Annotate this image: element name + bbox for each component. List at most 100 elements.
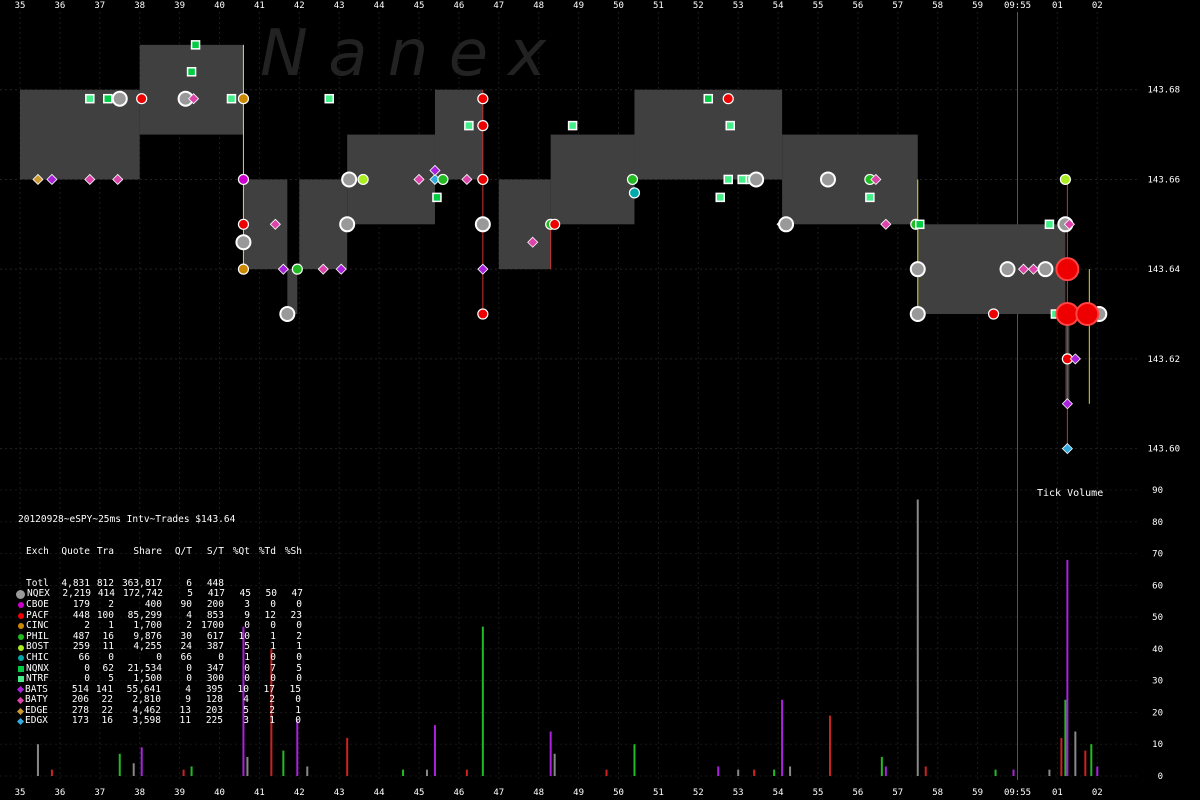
stats-table: 20120928~eSPY~25ms Intv~Trades $143.64 E… — [16, 494, 303, 738]
volume-bar — [132, 763, 135, 776]
trade-marker — [865, 192, 875, 203]
stats-cell: 16 — [101, 715, 113, 727]
stats-row: CBOE 179 2 400 90 200 3 0 0 — [18, 598, 303, 611]
stats-cell: 3 — [244, 598, 250, 610]
trade-marker — [477, 308, 489, 320]
vol-tick-label: 20 — [1152, 708, 1163, 718]
x-tick-label-bottom: 49 — [573, 788, 584, 798]
x-tick-label-top: 59 — [972, 1, 983, 11]
volume-title: Tick Volume — [1037, 488, 1104, 499]
x-tick-label-bottom: 36 — [54, 788, 65, 798]
trade-marker — [237, 93, 250, 105]
stats-cell: 0 — [218, 651, 224, 663]
x-tick-label-bottom: 40 — [214, 788, 225, 798]
volume-bar — [737, 769, 740, 776]
trade-marker — [819, 171, 836, 188]
trade-marker — [339, 216, 356, 233]
y-tick-label: 143.68 — [1147, 86, 1180, 96]
stats-col-7: %Td — [258, 545, 276, 557]
vol-tick-label: 70 — [1152, 550, 1163, 560]
stats-cell: 400 — [144, 598, 162, 610]
trade-marker — [103, 93, 113, 104]
volume-bar — [1012, 769, 1015, 776]
exchange-name: CHIC — [26, 651, 49, 663]
exchange-symbol-icon — [18, 602, 24, 609]
x-tick-label-top: 48 — [533, 1, 544, 11]
trade-marker — [715, 192, 725, 203]
volume-bar — [36, 744, 39, 776]
x-tick-label-bottom: 55 — [813, 788, 824, 798]
exchange-symbol-icon — [18, 676, 24, 683]
volume-bar — [282, 750, 285, 776]
x-tick-label-bottom: 09:55 — [1004, 788, 1031, 798]
x-tick-label-top: 40 — [214, 1, 225, 11]
stats-cell: 11 — [179, 715, 191, 727]
volume-bar — [425, 769, 428, 776]
x-tick-label-top: 47 — [493, 1, 504, 11]
stats-cell: 0 — [296, 651, 302, 663]
x-tick-label-bottom: 39 — [174, 788, 185, 798]
stats-cell: 4,255 — [133, 641, 162, 653]
x-tick-label-top: 01 — [1052, 1, 1063, 11]
volume-bar — [773, 769, 776, 776]
x-tick-label-bottom: 35 — [15, 788, 26, 798]
stats-cell: 0 — [270, 598, 276, 610]
exchange-symbol-icon — [16, 697, 25, 705]
stats-cell: 0 — [295, 715, 301, 727]
trade-marker — [237, 263, 250, 275]
volume-bar — [1096, 766, 1099, 776]
trade-marker — [85, 93, 95, 104]
trade-marker — [477, 93, 489, 105]
quote-box — [498, 179, 551, 270]
vol-tick-label: 50 — [1152, 613, 1163, 623]
x-tick-label-top: 02 — [1092, 1, 1103, 11]
volume-bar — [828, 715, 831, 776]
stats-cell: 225 — [205, 715, 223, 727]
x-tick-label-top: 09:55 — [1004, 1, 1031, 11]
trade-marker — [437, 173, 449, 186]
x-tick-label-bottom: 51 — [653, 788, 664, 798]
trade-marker — [999, 261, 1016, 278]
stats-cell: 0 — [296, 598, 302, 610]
trade-marker — [628, 187, 641, 199]
volume-bar — [306, 766, 309, 776]
exchange-name: EDGX — [25, 715, 48, 727]
trade-marker — [1037, 261, 1054, 278]
stats-cell: 0 — [270, 651, 276, 663]
trade-marker — [111, 90, 128, 107]
x-tick-label-bottom: 50 — [613, 788, 624, 798]
x-tick-label-top: 55 — [813, 1, 824, 11]
stats-col-4: Q/T — [174, 545, 192, 557]
stats-cell: 1 — [269, 715, 275, 727]
volume-bar — [605, 769, 608, 776]
stats-cell: 3 — [243, 715, 249, 727]
trade-marker — [725, 120, 735, 131]
trade-marker — [477, 120, 489, 132]
x-tick-label-top: 49 — [573, 1, 584, 11]
trade-marker — [909, 261, 926, 278]
x-tick-label-top: 39 — [174, 1, 185, 11]
x-tick-label-top: 53 — [733, 1, 744, 11]
volume-bar — [924, 766, 927, 776]
x-tick-label-bottom: 02 — [1092, 788, 1103, 798]
trade-marker — [549, 218, 561, 230]
volume-bar — [781, 699, 784, 776]
watermark: N a n e x — [260, 17, 547, 91]
trade-marker — [291, 263, 303, 275]
x-tick-label-top: 50 — [613, 1, 624, 11]
volume-bar — [1060, 737, 1063, 776]
trade-marker — [1044, 219, 1055, 230]
trade-marker — [703, 93, 714, 104]
x-tick-label-bottom: 48 — [533, 788, 544, 798]
x-tick-label-top: 37 — [94, 1, 105, 11]
vol-tick-label: 0 — [1158, 772, 1163, 782]
x-tick-label-bottom: 43 — [334, 788, 345, 798]
trade-marker — [909, 306, 926, 323]
x-tick-label-bottom: 44 — [374, 788, 385, 798]
x-tick-label-top: 51 — [653, 1, 664, 11]
stats-cell: 2 — [108, 598, 114, 610]
trade-marker — [477, 263, 489, 275]
volume-bar — [884, 766, 887, 776]
stats-row: CHIC 66 0 0 66 0 1 0 0 — [18, 651, 303, 664]
stats-cell: 173 — [71, 715, 89, 727]
